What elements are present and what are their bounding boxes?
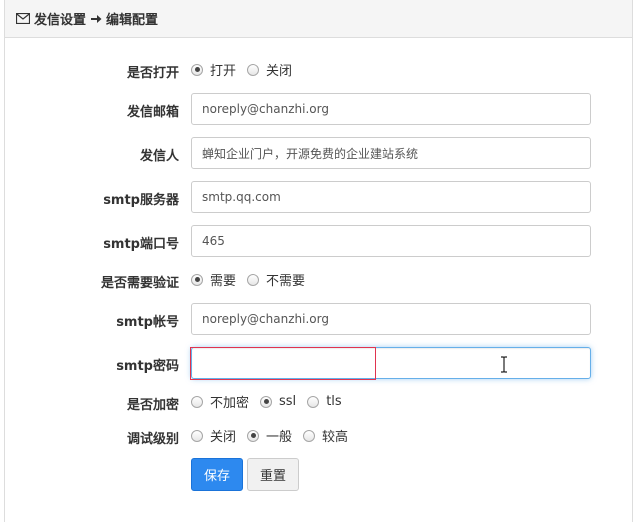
secure-row: 是否加密 不加密 ssl tls bbox=[5, 390, 633, 414]
auth-label: 是否需要验证 bbox=[100, 276, 179, 291]
secure-option-label: ssl bbox=[279, 394, 297, 409]
radio-icon[interactable] bbox=[303, 429, 316, 442]
reset-button[interactable]: 重置 bbox=[247, 458, 299, 491]
sender-name-input[interactable]: 蝉知企业门户，开源免费的企业建站系统 bbox=[191, 137, 591, 169]
debug-option-0[interactable]: 关闭 bbox=[191, 426, 236, 445]
sender-name-row: 发信人 蝉知企业门户，开源免费的企业建站系统 bbox=[5, 137, 633, 169]
smtp-host-input[interactable]: smtp.qq.com bbox=[191, 181, 591, 213]
secure-radio-group: 不加密 ssl tls bbox=[191, 392, 353, 411]
radio-icon[interactable] bbox=[307, 395, 320, 408]
auth-option-0[interactable]: 需要 bbox=[191, 270, 236, 289]
panel-heading: 发信设置 编辑配置 bbox=[5, 0, 632, 38]
secure-option-0[interactable]: 不加密 bbox=[191, 392, 249, 411]
highlight-box bbox=[190, 347, 376, 380]
debug-option-label: 一般 bbox=[266, 430, 293, 445]
debug-option-2[interactable]: 较高 bbox=[303, 426, 348, 445]
sender-email-input[interactable]: noreply@chanzhi.org bbox=[191, 93, 591, 125]
enabled-radio-group: 打开 关闭 bbox=[191, 60, 303, 79]
debug-option-1[interactable]: 一般 bbox=[247, 426, 292, 445]
radio-icon[interactable] bbox=[247, 273, 260, 286]
radio-icon[interactable] bbox=[191, 429, 203, 442]
settings-panel: 发信设置 编辑配置 是否打开 打开 关闭 发信邮箱 noreply@chanzhi… bbox=[4, 0, 633, 522]
radio-icon[interactable] bbox=[247, 63, 260, 76]
text-cursor-icon bbox=[500, 356, 508, 377]
smtp-port-input[interactable]: 465 bbox=[191, 225, 591, 257]
envelope-icon bbox=[16, 13, 30, 24]
secure-option-label: 不加密 bbox=[210, 396, 250, 411]
breadcrumb-title: 发信设置 bbox=[34, 13, 87, 28]
smtp-user-input[interactable]: noreply@chanzhi.org bbox=[191, 303, 591, 335]
debug-option-label: 较高 bbox=[322, 430, 349, 445]
save-button[interactable]: 保存 bbox=[191, 458, 243, 491]
radio-icon[interactable] bbox=[191, 273, 203, 286]
sender-name-label: 发信人 bbox=[139, 149, 179, 164]
sender-email-label: 发信邮箱 bbox=[126, 105, 179, 120]
debug-label: 调试级别 bbox=[126, 432, 179, 447]
smtp-pass-label: smtp密码 bbox=[116, 359, 179, 374]
radio-icon[interactable] bbox=[191, 395, 203, 408]
sender-email-row: 发信邮箱 noreply@chanzhi.org bbox=[5, 93, 633, 125]
auth-row: 是否需要验证 需要 不需要 bbox=[5, 268, 633, 292]
smtp-user-label: smtp帐号 bbox=[116, 315, 179, 330]
debug-radio-group: 关闭 一般 较高 bbox=[191, 426, 359, 445]
smtp-user-row: smtp帐号 noreply@chanzhi.org bbox=[5, 303, 633, 335]
secure-option-label: tls bbox=[326, 394, 342, 409]
enabled-option-label: 打开 bbox=[210, 64, 237, 79]
enabled-row: 是否打开 打开 关闭 bbox=[5, 58, 633, 82]
enabled-option-0[interactable]: 打开 bbox=[191, 60, 236, 79]
auth-option-1[interactable]: 不需要 bbox=[247, 270, 305, 289]
radio-icon[interactable] bbox=[260, 395, 273, 408]
enabled-label: 是否打开 bbox=[126, 66, 179, 81]
auth-option-label: 不需要 bbox=[266, 274, 306, 289]
arrow-right-icon bbox=[90, 13, 102, 25]
enabled-option-1[interactable]: 关闭 bbox=[247, 60, 292, 79]
smtp-port-label: smtp端口号 bbox=[103, 237, 179, 252]
smtp-port-row: smtp端口号 465 bbox=[5, 225, 633, 257]
radio-icon[interactable] bbox=[247, 429, 260, 442]
secure-option-2[interactable]: tls bbox=[307, 394, 342, 409]
secure-label: 是否加密 bbox=[126, 398, 179, 413]
secure-option-1[interactable]: ssl bbox=[260, 394, 296, 409]
auth-radio-group: 需要 不需要 bbox=[191, 270, 316, 289]
breadcrumb-subtitle: 编辑配置 bbox=[106, 13, 159, 28]
radio-icon[interactable] bbox=[191, 63, 203, 76]
debug-option-label: 关闭 bbox=[210, 430, 237, 445]
smtp-host-label: smtp服务器 bbox=[103, 193, 179, 208]
auth-option-label: 需要 bbox=[210, 274, 237, 289]
smtp-host-row: smtp服务器 smtp.qq.com bbox=[5, 181, 633, 213]
debug-row: 调试级别 关闭 一般 较高 bbox=[5, 424, 633, 448]
enabled-option-label: 关闭 bbox=[266, 64, 293, 79]
